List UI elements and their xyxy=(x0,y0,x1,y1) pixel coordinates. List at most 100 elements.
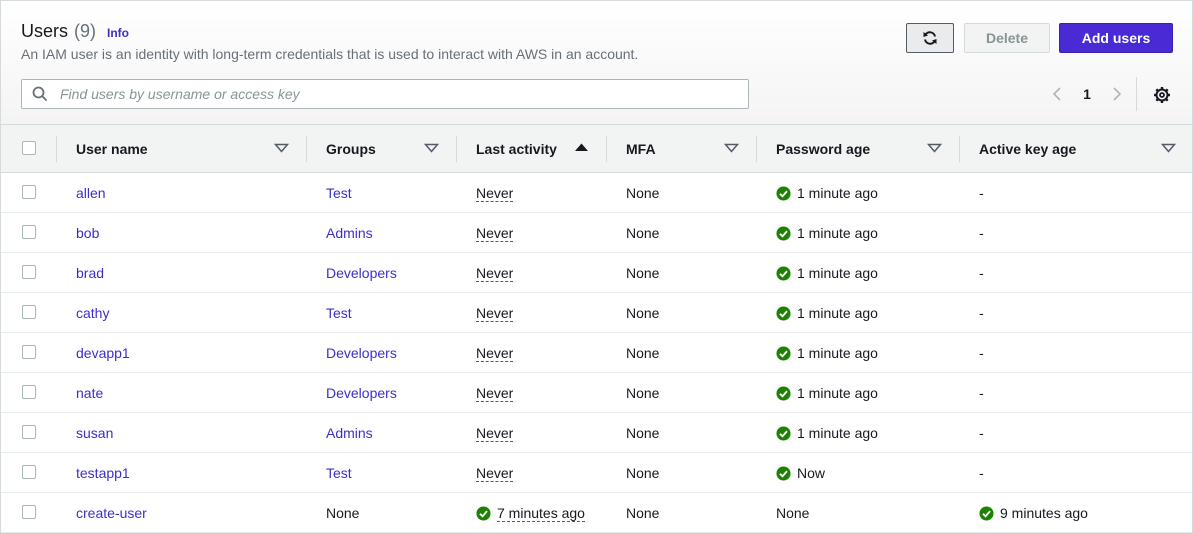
page-number[interactable]: 1 xyxy=(1068,86,1106,102)
active-key-age-cell: - xyxy=(979,213,984,253)
success-check-icon xyxy=(776,425,791,441)
column-header-last-activity[interactable]: Last activity xyxy=(476,125,557,172)
group-link[interactable]: Admins xyxy=(326,425,373,441)
last-activity-value[interactable]: Never xyxy=(476,265,514,282)
last-activity-cell: Never xyxy=(476,213,514,253)
password-age-cell: 1 minute ago xyxy=(776,173,878,213)
active-key-age-value: - xyxy=(979,425,984,441)
password-age-cell: 1 minute ago xyxy=(776,293,878,333)
select-all-checkbox[interactable] xyxy=(22,141,36,155)
table-row: testapp1 Test Never None Now - xyxy=(1,453,1192,493)
active-key-age-cell: 9 minutes ago xyxy=(979,493,1088,533)
sort-down-icon[interactable] xyxy=(424,143,439,153)
row-checkbox[interactable] xyxy=(22,425,36,439)
user-name-link[interactable]: nate xyxy=(76,385,103,401)
sort-up-icon[interactable] xyxy=(574,142,589,152)
password-age-cell: 1 minute ago xyxy=(776,373,878,413)
active-key-age-value: - xyxy=(979,225,984,241)
last-activity-cell: Never xyxy=(476,253,514,293)
user-count: (9) xyxy=(74,21,97,41)
column-separator xyxy=(606,136,607,162)
sort-down-icon[interactable] xyxy=(274,143,289,153)
row-checkbox[interactable] xyxy=(22,265,36,279)
row-checkbox[interactable] xyxy=(22,385,36,399)
active-key-age-cell: - xyxy=(979,173,984,213)
table-row: cathy Test Never None 1 minute ago - xyxy=(1,293,1192,333)
row-checkbox[interactable] xyxy=(22,225,36,239)
user-name-link[interactable]: devapp1 xyxy=(76,345,130,361)
column-separator xyxy=(959,136,960,162)
active-key-age-cell: - xyxy=(979,373,984,413)
group-link[interactable]: Admins xyxy=(326,225,373,241)
settings-gear-icon[interactable] xyxy=(1151,84,1173,106)
password-age-value: 1 minute ago xyxy=(797,265,878,281)
success-check-icon xyxy=(776,185,791,201)
password-age-cell: 1 minute ago xyxy=(776,413,878,453)
row-checkbox[interactable] xyxy=(22,305,36,319)
user-name-link[interactable]: brad xyxy=(76,265,104,281)
search-box xyxy=(21,79,749,109)
last-activity-value[interactable]: Never xyxy=(476,225,514,242)
column-header-mfa[interactable]: MFA xyxy=(626,125,656,172)
pagination: 1 xyxy=(1046,81,1128,107)
success-check-icon xyxy=(776,345,791,361)
success-check-icon xyxy=(776,305,791,321)
last-activity-cell: Never xyxy=(476,373,514,413)
group-link[interactable]: Test xyxy=(326,465,352,481)
password-age-cell: 1 minute ago xyxy=(776,333,878,373)
password-age-value: 1 minute ago xyxy=(797,385,878,401)
sort-down-icon[interactable] xyxy=(927,143,942,153)
delete-button[interactable]: Delete xyxy=(964,23,1050,53)
next-page-icon[interactable] xyxy=(1106,86,1128,102)
mfa-value: None xyxy=(626,185,660,201)
column-header-password-age[interactable]: Password age xyxy=(776,125,870,172)
mfa-value: None xyxy=(626,305,660,321)
table-row: bob Admins Never None 1 minute ago - xyxy=(1,213,1192,253)
table-row: susan Admins Never None 1 minute ago - xyxy=(1,413,1192,453)
sort-down-icon[interactable] xyxy=(1161,143,1176,153)
user-name-link[interactable]: susan xyxy=(76,425,113,441)
row-checkbox[interactable] xyxy=(22,185,36,199)
group-link[interactable]: Developers xyxy=(326,265,397,281)
search-icon xyxy=(22,86,58,102)
sort-down-icon[interactable] xyxy=(724,143,739,153)
pagination-divider xyxy=(1136,77,1137,111)
active-key-age-value: - xyxy=(979,305,984,321)
active-key-age-cell: - xyxy=(979,253,984,293)
column-header-user-name[interactable]: User name xyxy=(76,125,148,172)
password-age-value: 1 minute ago xyxy=(797,345,878,361)
group-link[interactable]: Test xyxy=(326,305,352,321)
success-check-icon xyxy=(776,265,791,281)
user-name-link[interactable]: create-user xyxy=(76,505,147,521)
user-name-link[interactable]: testapp1 xyxy=(76,465,130,481)
table-body: allen Test Never None 1 minute ago - bob Admins… xyxy=(1,173,1192,533)
info-link[interactable]: Info xyxy=(107,26,129,40)
row-checkbox[interactable] xyxy=(22,505,36,519)
user-name-link[interactable]: cathy xyxy=(76,305,109,321)
row-checkbox[interactable] xyxy=(22,345,36,359)
last-activity-value[interactable]: Never xyxy=(476,185,514,202)
last-activity-value[interactable]: Never xyxy=(476,305,514,322)
add-users-button[interactable]: Add users xyxy=(1059,23,1173,53)
last-activity-value[interactable]: Never xyxy=(476,385,514,402)
last-activity-value[interactable]: 7 minutes ago xyxy=(497,505,585,522)
refresh-button[interactable] xyxy=(906,23,954,53)
last-activity-value[interactable]: Never xyxy=(476,465,514,482)
success-check-icon xyxy=(476,505,491,521)
column-header-groups[interactable]: Groups xyxy=(326,125,376,172)
column-header-active-key-age[interactable]: Active key age xyxy=(979,125,1076,172)
group-link[interactable]: Test xyxy=(326,185,352,201)
column-separator xyxy=(756,136,757,162)
last-activity-value[interactable]: Never xyxy=(476,345,514,362)
row-checkbox[interactable] xyxy=(22,465,36,479)
table-row: brad Developers Never None 1 minute ago - xyxy=(1,253,1192,293)
group-link[interactable]: Developers xyxy=(326,345,397,361)
page-description: An IAM user is an identity with long-ter… xyxy=(21,46,639,62)
previous-page-icon[interactable] xyxy=(1046,86,1068,102)
search-input[interactable] xyxy=(58,81,748,107)
user-name-link[interactable]: bob xyxy=(76,225,99,241)
group-link[interactable]: Developers xyxy=(326,385,397,401)
user-name-link[interactable]: allen xyxy=(76,185,106,201)
mfa-value: None xyxy=(626,505,660,521)
last-activity-value[interactable]: Never xyxy=(476,425,514,442)
